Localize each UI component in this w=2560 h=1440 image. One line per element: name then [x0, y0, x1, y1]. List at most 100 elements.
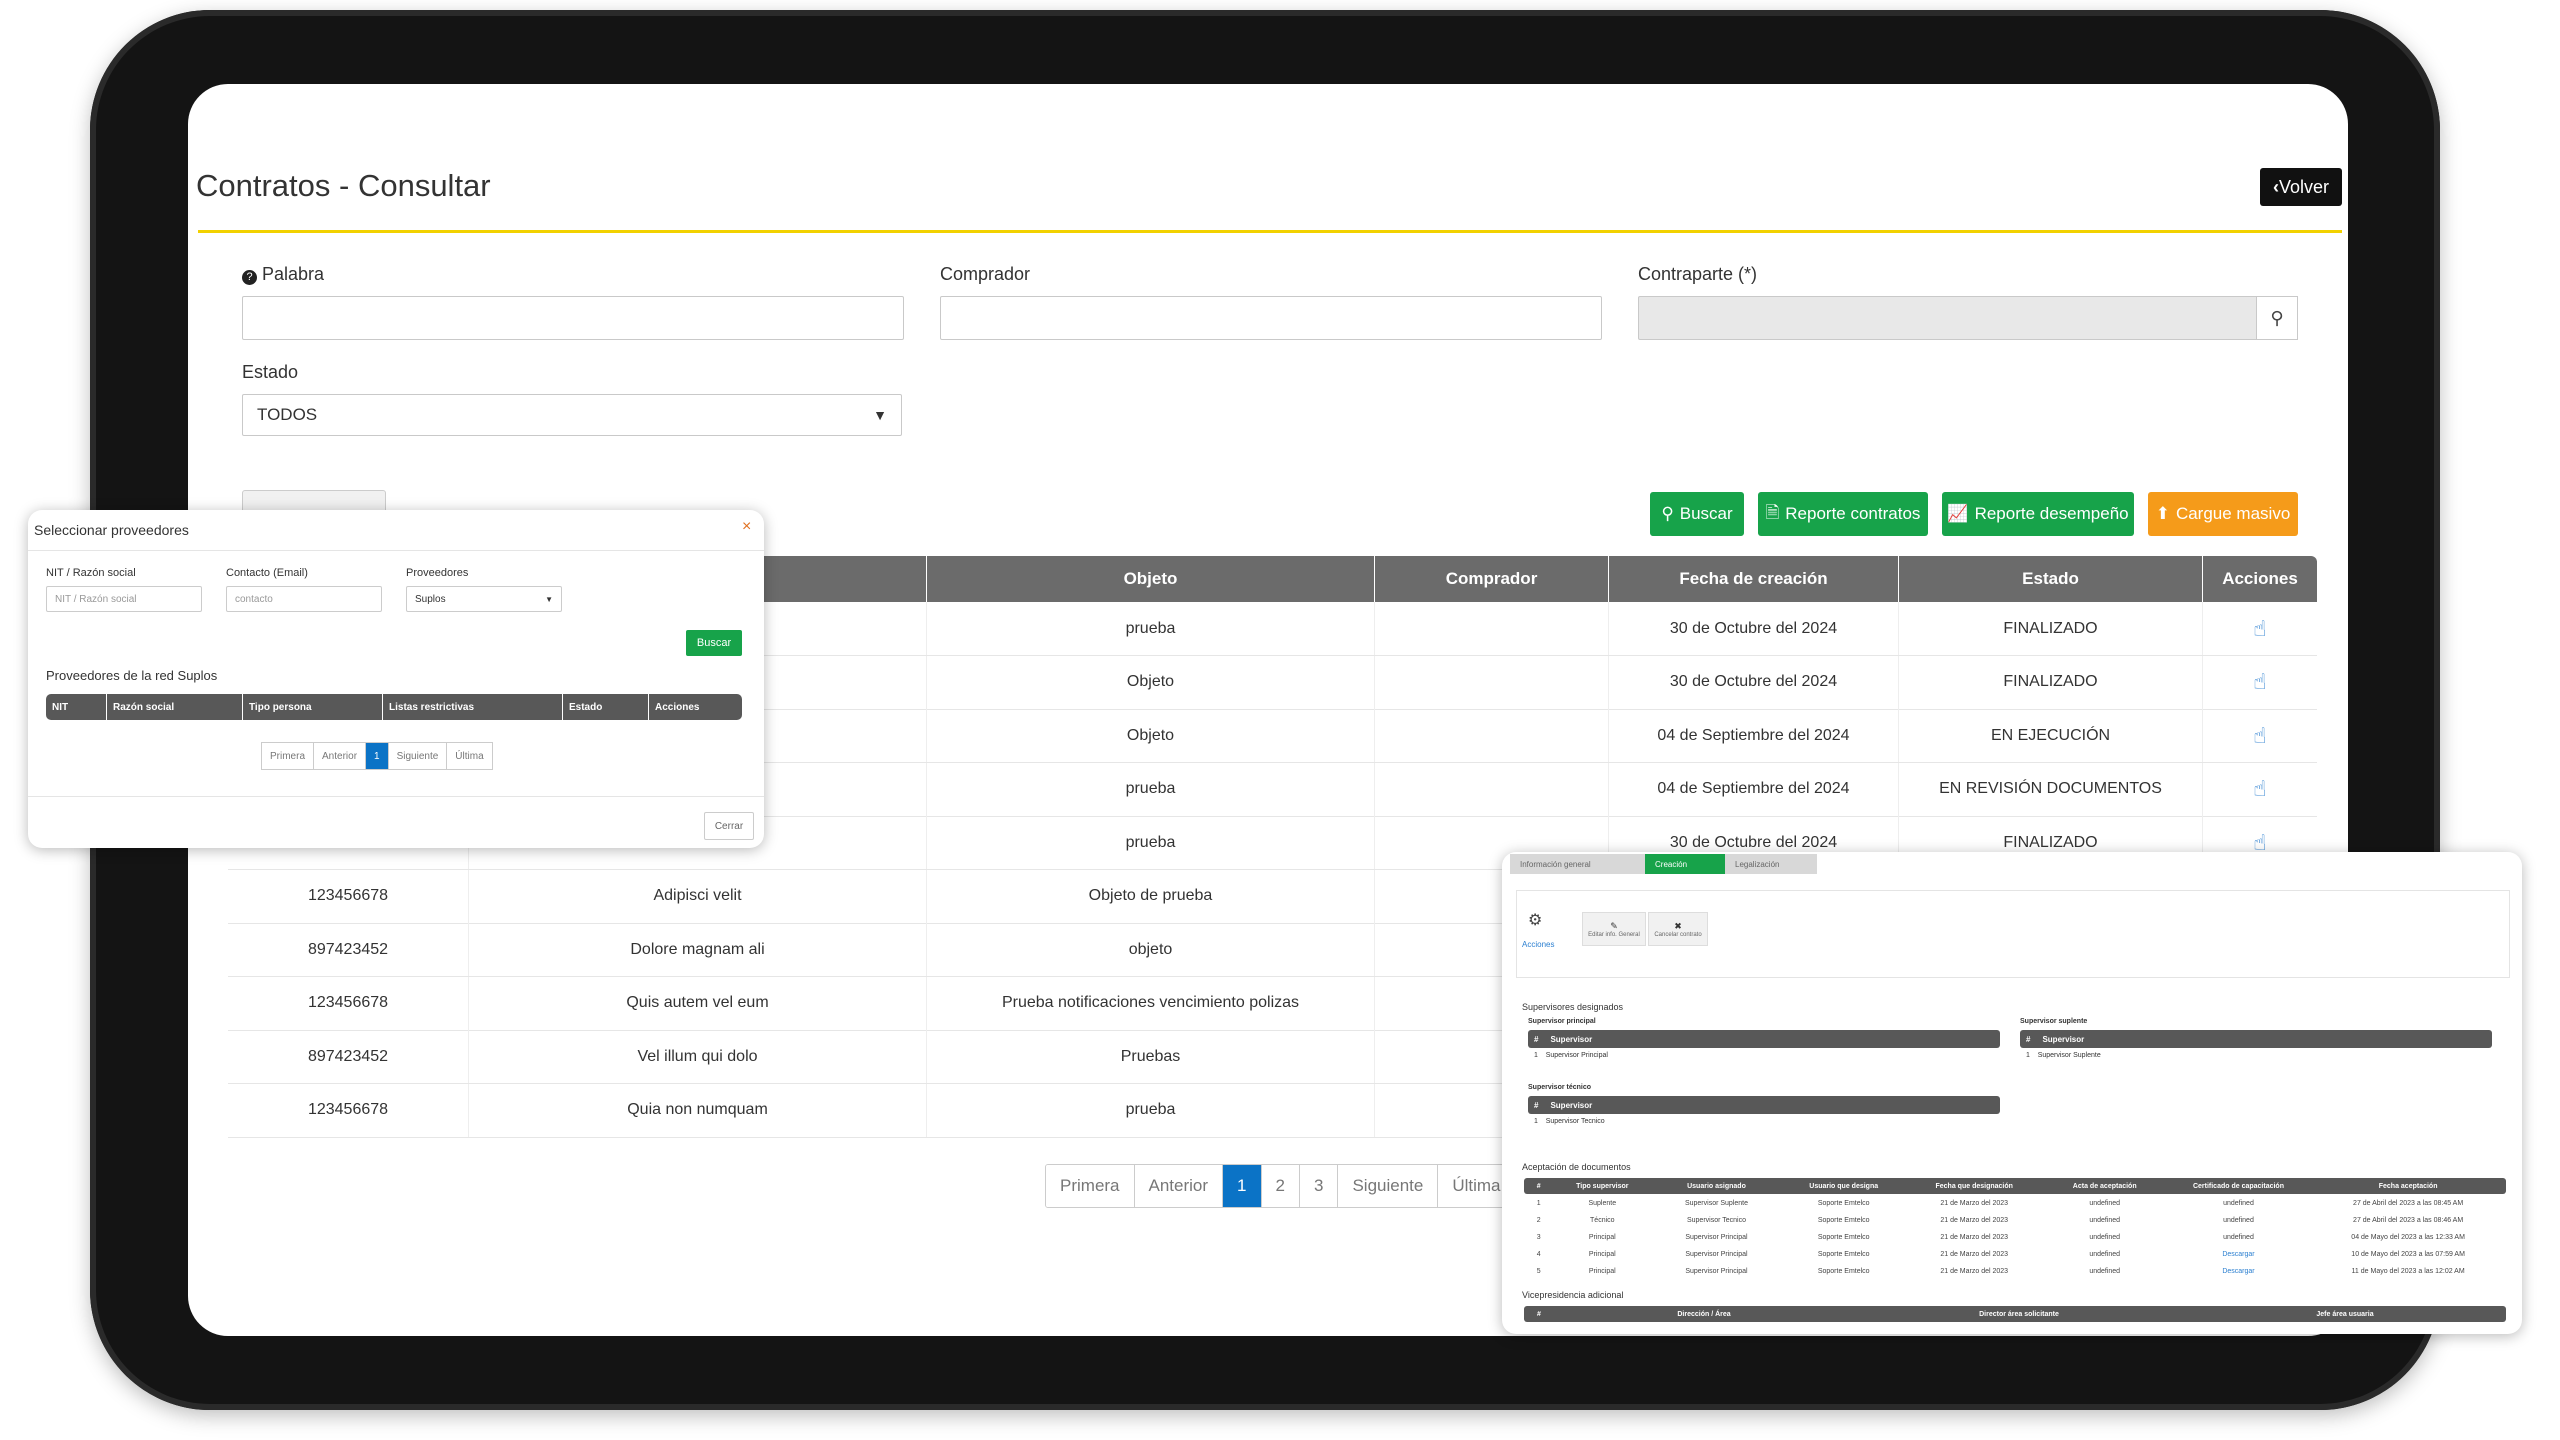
- buscar-button[interactable]: ⚲ Buscar: [1650, 492, 1744, 536]
- cell-objeto: Prueba notificaciones vencimiento poliza…: [926, 976, 1374, 1030]
- acept-cell: 21 de Marzo del 2023: [1940, 1217, 2009, 1224]
- descargar-link[interactable]: Descargar: [2167, 1263, 2311, 1280]
- descargar-link[interactable]: Descargar: [2167, 1246, 2311, 1263]
- hand-pointer-icon[interactable]: ☝: [2253, 776, 2266, 802]
- cell-nit: 897423452: [307, 1047, 389, 1065]
- cell-objeto: prueba: [926, 762, 1374, 816]
- cell-objeto: Objeto de prueba: [926, 869, 1374, 923]
- tab-informacion-general[interactable]: Información general: [1510, 854, 1645, 874]
- principal-label: Supervisor principal: [1528, 1018, 1596, 1025]
- aceptacion-header: # Tipo supervisor Usuario asignado Usuario …: [1524, 1178, 2506, 1194]
- proveedores-select[interactable]: Suplos ▼: [406, 586, 562, 612]
- cell-razon: Adipisci velit: [468, 869, 926, 923]
- cell-objeto: objeto: [926, 923, 1374, 976]
- acept-cell: 27 de Abril del 2023 a las 08:45 AM: [2353, 1200, 2464, 1207]
- page-next[interactable]: Siguiente: [388, 743, 448, 769]
- close-icon[interactable]: ×: [742, 518, 751, 536]
- acept-cell: 5: [1536, 1268, 1541, 1275]
- acept-cell: undefined: [2089, 1217, 2121, 1224]
- modal-title: Seleccionar proveedores: [34, 522, 189, 538]
- comprador-input[interactable]: [940, 296, 1602, 340]
- reporte-contratos-button[interactable]: 🗎 Reporte contratos: [1758, 492, 1928, 536]
- principal-header: # Supervisor: [1528, 1030, 2000, 1048]
- hand-pointer-icon[interactable]: ☝: [2253, 669, 2266, 695]
- contract-detail-panel: Información general Creación Legalizació…: [1502, 852, 2522, 1334]
- page-prev[interactable]: Anterior: [1134, 1165, 1224, 1207]
- page-1[interactable]: 1: [366, 743, 389, 769]
- acept-col: Tipo supervisor: [1576, 1182, 1629, 1190]
- page-prev[interactable]: Anterior: [314, 743, 367, 769]
- acept-cell: undefined: [2223, 1200, 2254, 1207]
- cell-acciones: ☝: [2202, 762, 2317, 816]
- col-estado: Estado: [1898, 556, 2202, 602]
- acept-cell: 2: [1536, 1217, 1541, 1224]
- chart-line-icon: 📈: [1947, 504, 1969, 523]
- page-3[interactable]: 3: [1299, 1165, 1339, 1207]
- cell-acciones: ☝: [2202, 602, 2317, 655]
- cell-comprador: [1374, 762, 1608, 816]
- acept-cell: undefined: [2089, 1234, 2121, 1241]
- cancelar-contrato-button[interactable]: ✖ Cancelar contrato: [1648, 912, 1708, 946]
- hand-pointer-icon[interactable]: ☝: [2253, 723, 2266, 749]
- acept-cell: Principal: [1588, 1251, 1616, 1258]
- estado-select[interactable]: TODOS ▼: [242, 394, 902, 436]
- cerrar-button[interactable]: Cerrar: [704, 812, 754, 840]
- palabra-input[interactable]: [242, 296, 904, 340]
- gears-icon: ⚙: [1528, 912, 1543, 929]
- help-icon[interactable]: ?: [242, 270, 257, 285]
- col-acciones: Acciones: [2202, 556, 2317, 602]
- title-divider: [198, 230, 2342, 233]
- back-button[interactable]: ‹ Volver: [2260, 168, 2342, 206]
- acept-cell: undefined: [2223, 1217, 2254, 1224]
- cell-objeto: Objeto: [926, 709, 1374, 762]
- cell-razon: Quia non numquam: [468, 1083, 926, 1137]
- cell-razon: Vel illum qui dolo: [468, 1030, 926, 1083]
- acept-cell: 21 de Marzo del 2023: [1940, 1234, 2009, 1241]
- vice-col: Director área solicitante: [1979, 1310, 2059, 1318]
- page-2[interactable]: 2: [1261, 1165, 1300, 1207]
- search-icon[interactable]: ⚲: [2256, 296, 2298, 340]
- page-next[interactable]: Siguiente: [1338, 1165, 1439, 1207]
- proveedores-label: Proveedores: [406, 567, 469, 579]
- acept-cell: Soporte Emtelco: [1817, 1217, 1870, 1224]
- cargue-masivo-button[interactable]: ⬆ Cargue masivo: [2148, 492, 2298, 536]
- col-comprador: Comprador: [1374, 556, 1608, 602]
- page-1[interactable]: 1: [1223, 1165, 1262, 1207]
- tab-legalizacion[interactable]: Legalización: [1725, 854, 1817, 874]
- cell-estado: EN EJECUCIÓN: [1898, 709, 2202, 762]
- acept-col: Usuario que designa: [1809, 1182, 1879, 1190]
- reporte-desempeno-button[interactable]: 📈 Reporte desempeño: [1942, 492, 2134, 536]
- cell-nit: 123456678: [307, 887, 389, 904]
- cell-objeto: prueba: [926, 602, 1374, 655]
- estado-label: Estado: [242, 362, 299, 382]
- cell-estado: FINALIZADO: [1898, 602, 2202, 655]
- tecnico-label: Supervisor técnico: [1528, 1084, 1592, 1091]
- page-title: Contratos - Consultar: [196, 168, 491, 203]
- nit-input[interactable]: NIT / Razón social: [46, 586, 202, 612]
- buscar-proveedores-button[interactable]: Buscar: [686, 630, 742, 656]
- col-objeto: Objeto: [926, 556, 1374, 602]
- cell-objeto: prueba: [926, 816, 1374, 869]
- page-first[interactable]: Primera: [262, 743, 315, 769]
- page-last[interactable]: Última: [447, 743, 492, 769]
- tab-creacion[interactable]: Creación: [1645, 854, 1725, 874]
- contacto-input[interactable]: contacto: [226, 586, 382, 612]
- cell-comprador: [1374, 655, 1608, 709]
- hand-pointer-icon[interactable]: ☝: [2253, 616, 2266, 642]
- page-first[interactable]: Primera: [1046, 1165, 1135, 1207]
- acept-cell: undefined: [2089, 1251, 2121, 1258]
- acept-col: Fecha aceptación: [2378, 1182, 2438, 1190]
- cell-comprador: [1374, 709, 1608, 762]
- acept-cell: 10 de Mayo del 2023 a las 07:59 AM: [2351, 1251, 2465, 1258]
- cell-fecha: 04 de Septiembre del 2024: [1608, 762, 1898, 816]
- cell-objeto: Objeto: [926, 655, 1374, 709]
- vice-col: Jefe área usuaria: [2316, 1310, 2374, 1318]
- acept-col: Fecha que designación: [1935, 1182, 2013, 1190]
- editar-info-button[interactable]: ✎ Editar info. General: [1582, 912, 1646, 946]
- cell-estado: FINALIZADO: [1898, 655, 2202, 709]
- col-fecha: Fecha de creación: [1608, 556, 1898, 602]
- contraparte-input[interactable]: [1638, 296, 2260, 340]
- file-icon: 🗎: [1765, 502, 1780, 522]
- acept-cell: Soporte Emtelco: [1817, 1200, 1870, 1207]
- aceptacion-title: Aceptación de documentos: [1522, 1162, 1631, 1172]
